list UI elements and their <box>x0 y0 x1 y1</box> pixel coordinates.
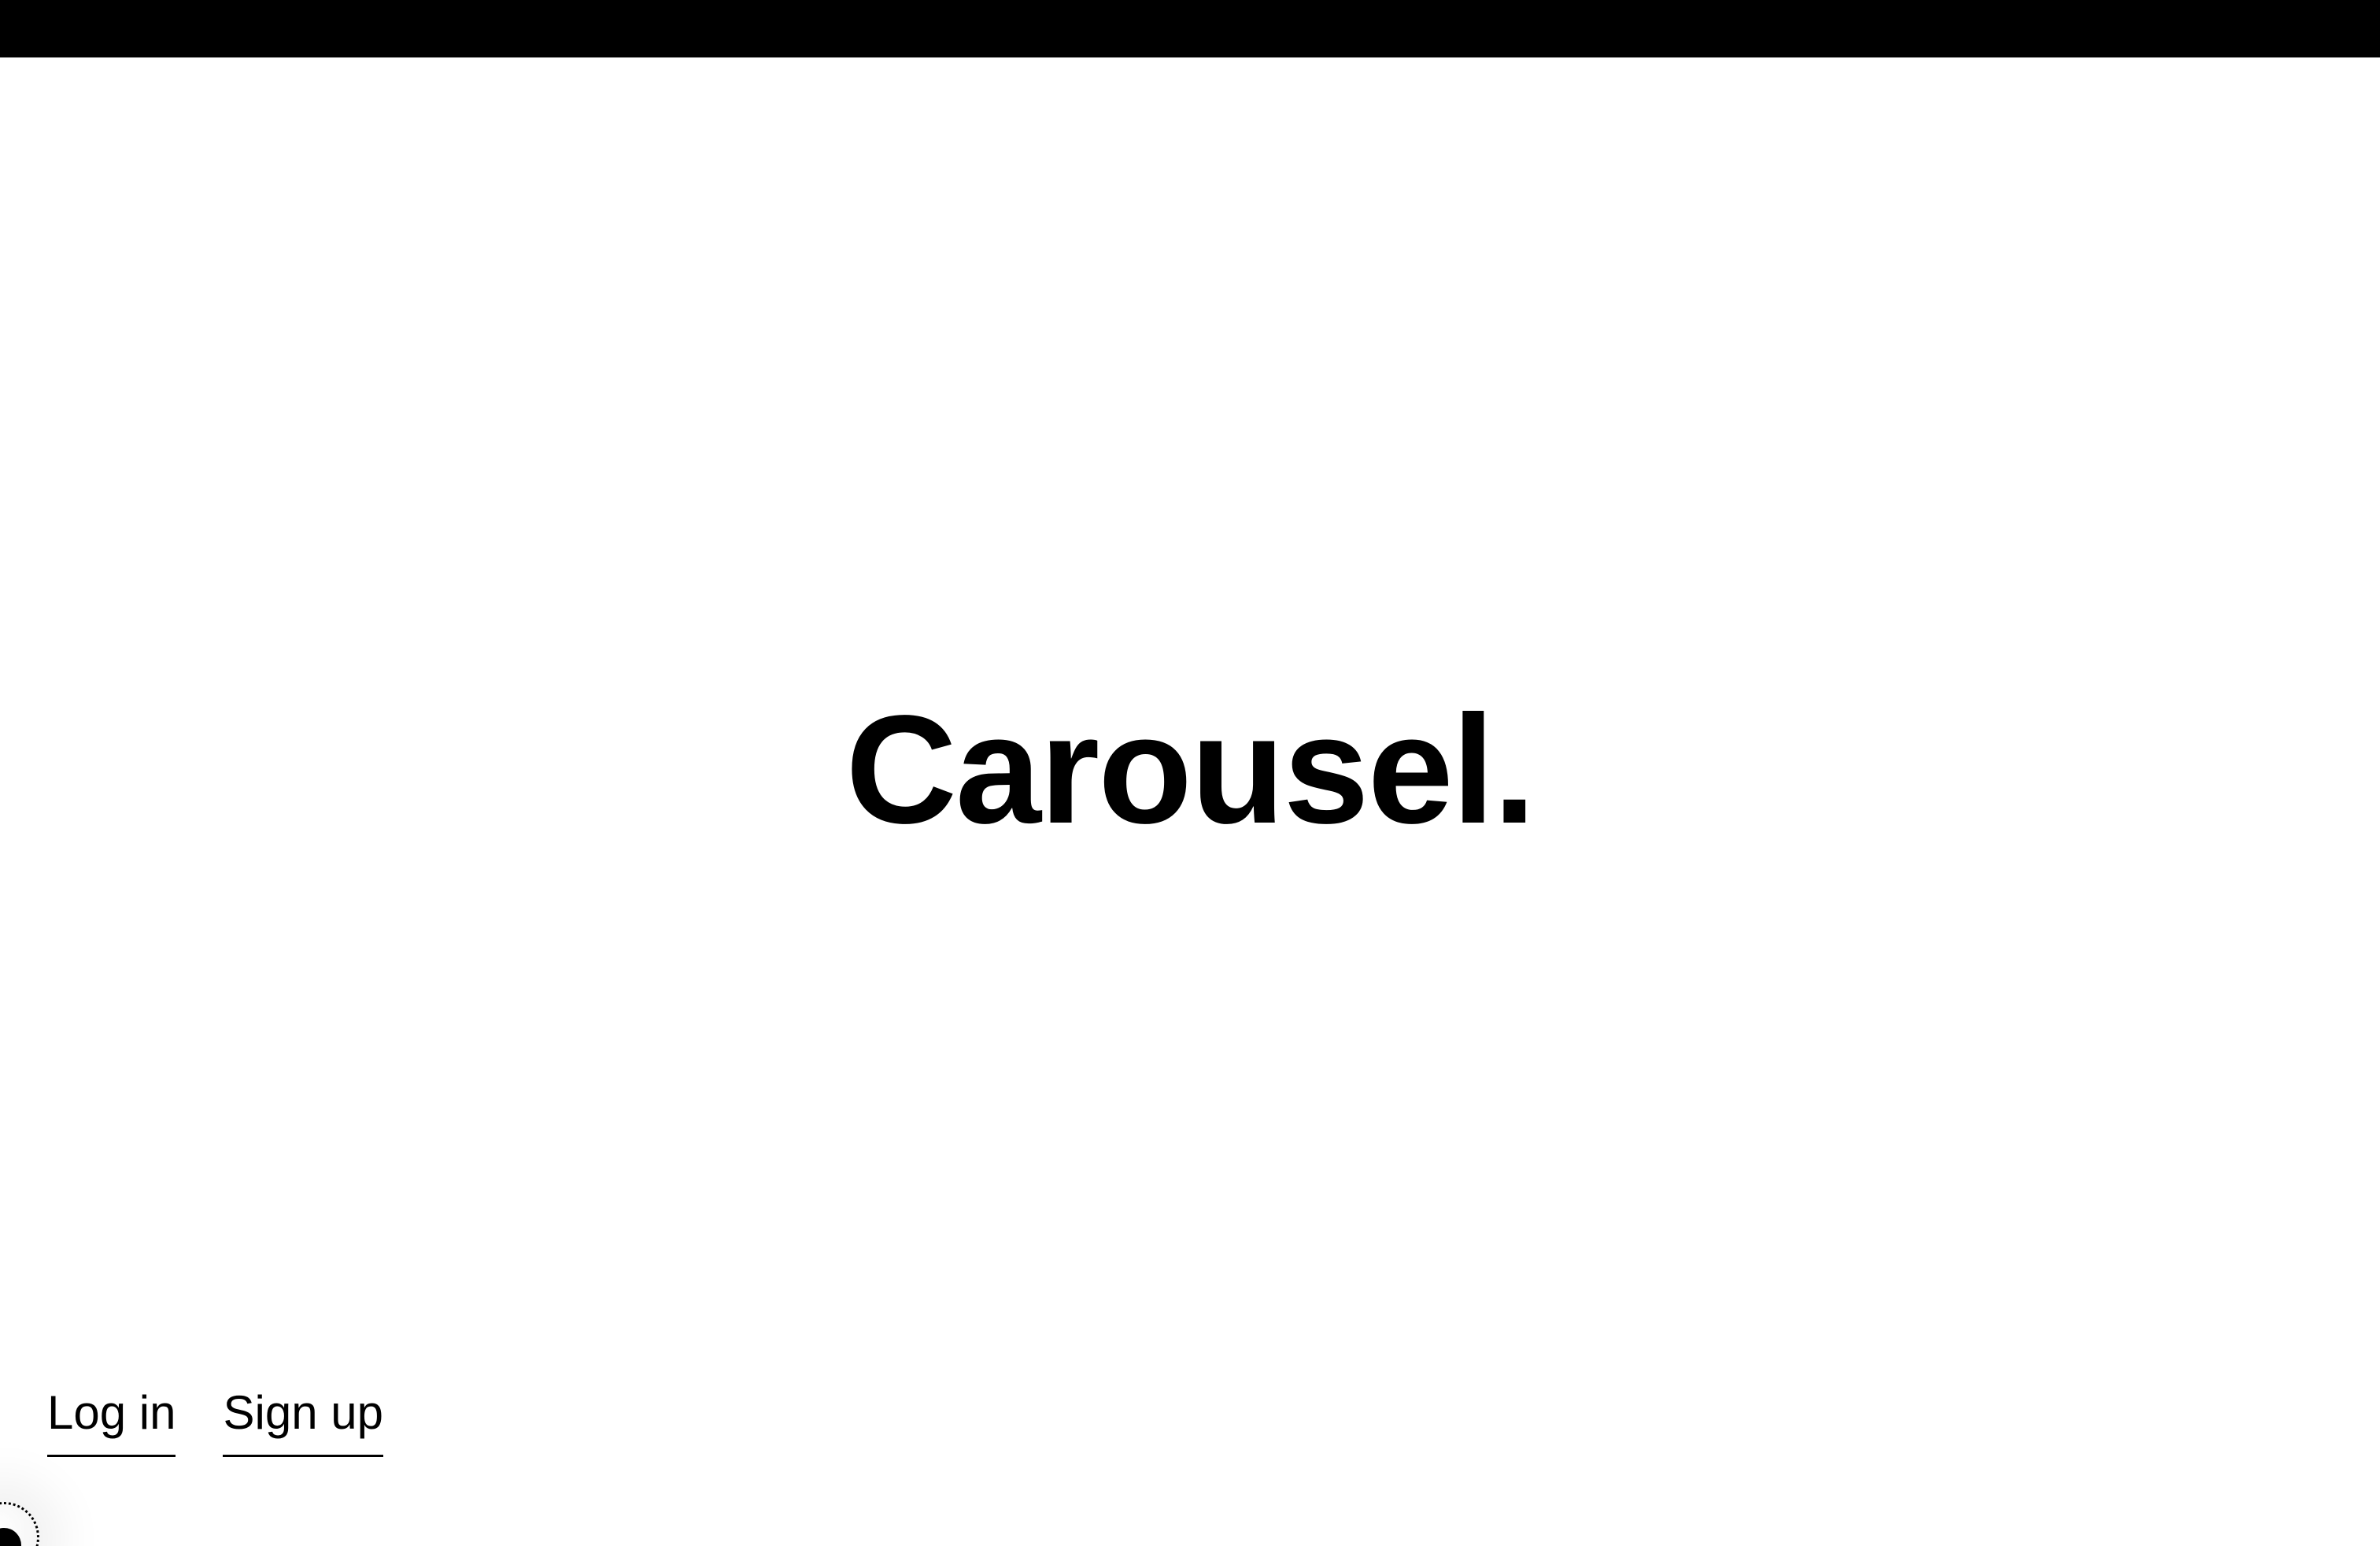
login-link[interactable]: Log in <box>47 1385 176 1457</box>
auth-links: Log in Sign up <box>47 1385 383 1457</box>
signup-link[interactable]: Sign up <box>223 1385 383 1457</box>
page: Carousel. Log in Sign up <box>0 0 2380 1546</box>
avatar-icon <box>0 1528 21 1546</box>
corner-widget-button[interactable] <box>0 1502 39 1546</box>
top-bar <box>0 0 2380 57</box>
page-title: Carousel. <box>845 683 1536 856</box>
